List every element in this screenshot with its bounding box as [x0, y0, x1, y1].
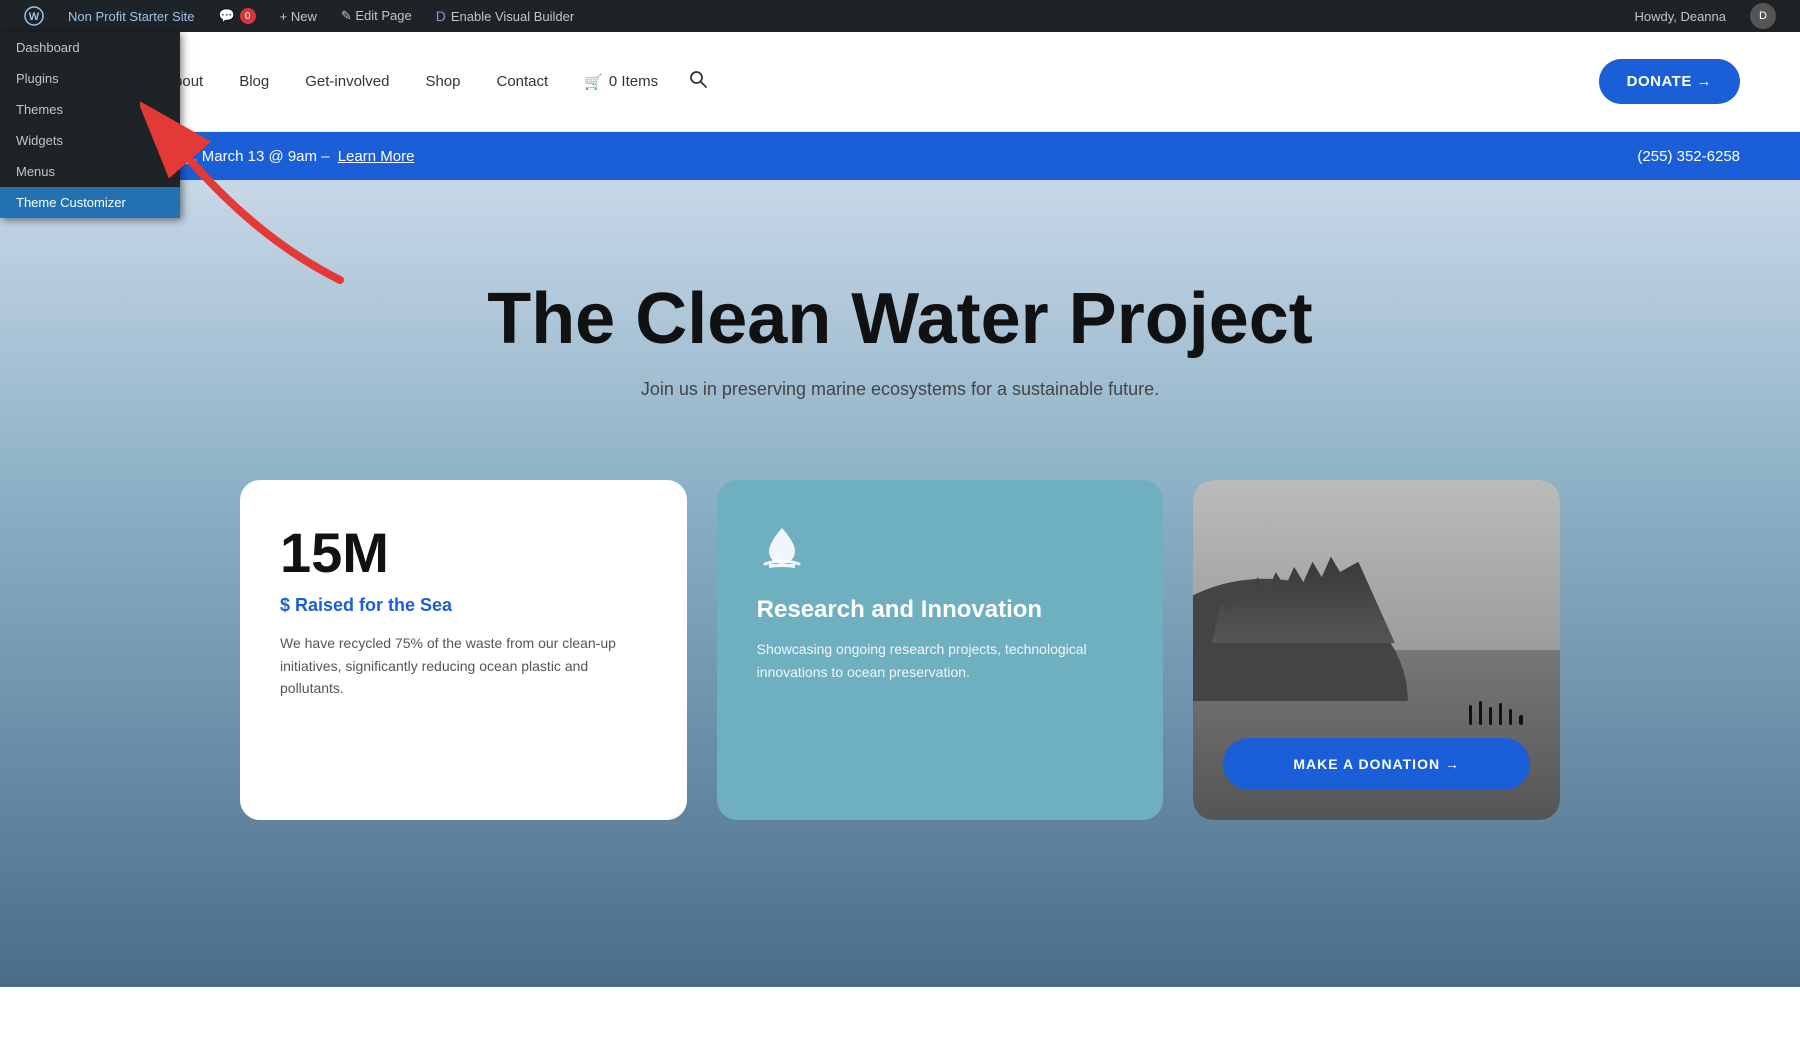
cart-icon: 🛒: [584, 73, 603, 91]
donation-btn-wrapper: MAKE A DONATION →: [1193, 738, 1560, 790]
new-label: + New: [280, 9, 317, 24]
site-name-item[interactable]: Non Profit Starter Site: [56, 0, 206, 32]
comment-icon: 💬: [218, 8, 234, 24]
wp-logo-item[interactable]: W: [12, 0, 56, 32]
stat-label: $ Raised for the Sea: [280, 595, 647, 616]
dropdown-item-themes[interactable]: Themes: [0, 94, 180, 125]
header-left: D About Blog Get-involved Shop Contact 🛒…: [60, 52, 1599, 112]
dropdown-item-dashboard[interactable]: Dashboard: [0, 32, 180, 63]
nav-shop[interactable]: Shop: [411, 65, 474, 98]
cards-row: 15M $ Raised for the Sea We have recycle…: [0, 480, 1800, 820]
nav-get-involved[interactable]: Get-involved: [291, 65, 403, 98]
announcement-phone: (255) 352-6258: [1637, 148, 1740, 165]
admin-bar-left: W Non Profit Starter Site 💬 0 + New ✎ Ed…: [12, 0, 1622, 32]
site-nav: About Blog Get-involved Shop Contact 🛒 0…: [150, 61, 1599, 102]
make-donation-button[interactable]: MAKE A DONATION →: [1223, 738, 1530, 790]
stat-card: 15M $ Raised for the Sea We have recycle…: [240, 480, 687, 820]
water-drop-icon: [757, 520, 1124, 580]
nav-blog[interactable]: Blog: [225, 65, 283, 98]
site-header: D About Blog Get-involved Shop Contact 🛒…: [0, 32, 1800, 132]
appearance-dropdown: Dashboard Plugins Themes Widgets Menus T…: [0, 32, 180, 218]
dropdown-item-menus[interactable]: Menus: [0, 156, 180, 187]
edit-page-label: ✎ Edit Page: [341, 8, 412, 24]
divi-icon: D: [436, 8, 446, 24]
edit-page-item[interactable]: ✎ Edit Page: [329, 0, 424, 32]
cart-count: 0 Items: [609, 73, 658, 90]
svg-text:W: W: [29, 11, 40, 23]
wp-logo-icon: W: [24, 6, 44, 26]
admin-bar-right: Howdy, Deanna D: [1622, 0, 1788, 32]
search-button[interactable]: [680, 61, 716, 102]
visual-builder-label: Enable Visual Builder: [451, 9, 574, 24]
stat-text: We have recycled 75% of the waste from o…: [280, 632, 647, 699]
comments-item[interactable]: 💬 0: [206, 0, 267, 32]
admin-bar: W Non Profit Starter Site 💬 0 + New ✎ Ed…: [0, 0, 1800, 32]
image-card: MAKE A DONATION →: [1193, 480, 1560, 820]
donate-button[interactable]: DONATE →: [1599, 59, 1740, 104]
new-item[interactable]: + New: [268, 0, 329, 32]
announcement-bar: Beach Cleanup Day: March 13 @ 9am – Lear…: [0, 132, 1800, 180]
research-title: Research and Innovation: [757, 596, 1124, 624]
howdy-text: Howdy, Deanna: [1622, 9, 1738, 24]
comment-count: 0: [240, 8, 256, 24]
user-avatar-item[interactable]: D: [1738, 0, 1788, 32]
stat-number: 15M: [280, 520, 647, 585]
learn-more-link[interactable]: Learn More: [338, 148, 415, 165]
hero-title: The Clean Water Project: [487, 280, 1313, 359]
dropdown-item-theme-customizer[interactable]: Theme Customizer: [0, 187, 180, 218]
nav-contact[interactable]: Contact: [483, 65, 563, 98]
site-name-label: Non Profit Starter Site: [68, 9, 194, 24]
dropdown-item-plugins[interactable]: Plugins: [0, 63, 180, 94]
research-text: Showcasing ongoing research projects, te…: [757, 638, 1124, 683]
visual-builder-item[interactable]: D Enable Visual Builder: [424, 0, 586, 32]
avatar: D: [1750, 3, 1776, 29]
hero-section: The Clean Water Project Join us in prese…: [0, 180, 1800, 987]
research-card: Research and Innovation Showcasing ongoi…: [717, 480, 1164, 820]
cart-item[interactable]: 🛒 0 Items: [570, 65, 672, 99]
dropdown-item-widgets[interactable]: Widgets: [0, 125, 180, 156]
hero-subtitle: Join us in preserving marine ecosystems …: [641, 379, 1159, 400]
